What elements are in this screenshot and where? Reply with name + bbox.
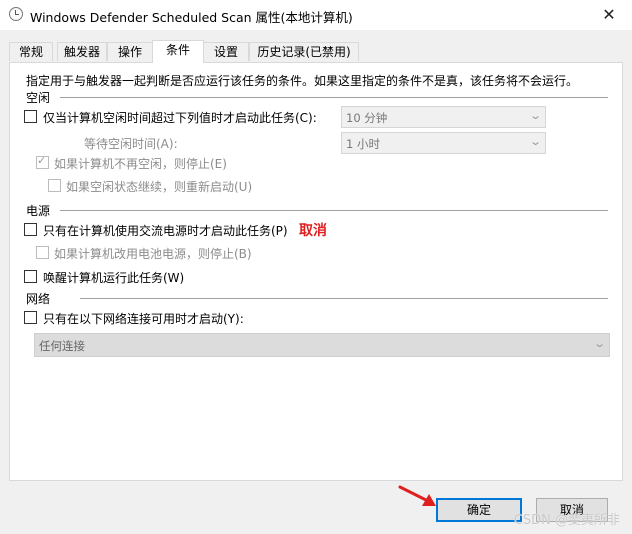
network-section-label: 网络 [26,292,51,306]
cancel-annotation: 取消 [299,223,327,239]
stop-if-not-idle-checkbox[interactable] [36,154,49,169]
network-connection-value: 任何连接 [39,339,85,353]
conditions-description: 指定用于与触发器一起判断是否应运行该任务的条件。如果这里指定的条件不是真，该任务… [26,74,579,88]
red-arrow-annotation [398,485,436,506]
wait-idle-value: 1 小时 [346,137,380,151]
tab-conditions[interactable]: 条件 [152,40,204,63]
wait-idle-select[interactable]: 1 小时 ⌄ [341,132,546,154]
battery-stop-checkbox[interactable] [36,246,49,259]
battery-stop-label: 如果计算机改用电池电源，则停止(B) [54,247,252,261]
tab-history[interactable]: 历史记录(已禁用) [249,42,359,61]
network-divider [80,298,608,299]
idle-duration-value: 10 分钟 [346,111,388,125]
ok-button[interactable]: 确定 [436,498,522,522]
idle-divider [60,97,608,98]
clock-icon [9,7,23,21]
chevron-down-icon: ⌄ [528,109,542,122]
ac-power-label: 只有在计算机使用交流电源时才启动此任务(P) [43,224,288,238]
idle-section-label: 空闲 [26,91,51,105]
network-connection-select[interactable]: 任何连接 ⌄ [34,333,610,357]
title-bar: Windows Defender Scheduled Scan 属性(本地计算机… [0,0,632,30]
tab-actions[interactable]: 操作 [107,42,153,61]
wake-computer-checkbox[interactable] [24,270,37,283]
tab-triggers[interactable]: 触发器 [57,42,107,61]
close-button[interactable]: ✕ [586,0,632,30]
tab-settings[interactable]: 设置 [203,42,249,61]
network-label: 只有在以下网络连接可用时才启动(Y): [43,312,244,326]
idle-start-checkbox[interactable] [24,110,37,123]
restart-idle-checkbox[interactable] [48,179,61,192]
ac-power-checkbox[interactable] [24,223,37,236]
idle-start-label: 仅当计算机空闲时间超过下列值时才启动此任务(C): [43,111,317,125]
power-divider [60,210,608,211]
network-checkbox[interactable] [24,311,37,324]
wait-idle-label: 等待空闲时间(A): [84,137,178,151]
conditions-panel: 指定用于与触发器一起判断是否应运行该任务的条件。如果这里指定的条件不是真，该任务… [9,62,623,481]
window-title: Windows Defender Scheduled Scan 属性(本地计算机… [30,10,353,25]
watermark: CSDN @斐夷所非 [513,513,620,528]
wake-computer-label: 唤醒计算机运行此任务(W) [43,271,185,285]
idle-duration-select[interactable]: 10 分钟 ⌄ [341,106,546,128]
chevron-down-icon: ⌄ [592,337,606,350]
stop-if-not-idle-label: 如果计算机不再空闲，则停止(E) [54,157,227,171]
chevron-down-icon: ⌄ [528,135,542,148]
restart-idle-label: 如果空闲状态继续，则重新启动(U) [66,180,253,194]
tab-general[interactable]: 常规 [9,42,53,61]
power-section-label: 电源 [26,204,51,218]
